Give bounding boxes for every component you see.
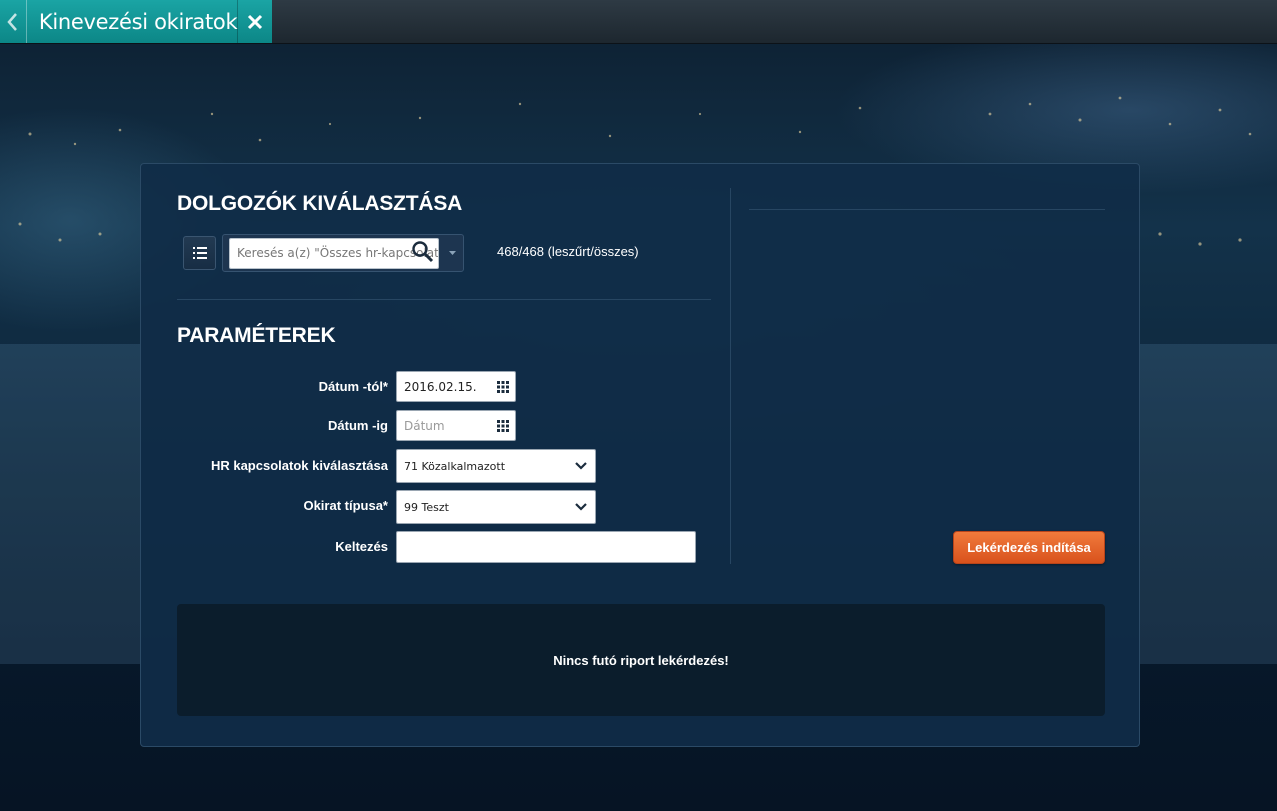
search-icon[interactable] — [411, 240, 435, 264]
employees-section-title: DOLGOZÓK KIVÁLASZTÁSA — [177, 192, 463, 215]
hr-relations-value: 71 Közalkalmazott — [404, 459, 506, 473]
window-tab: Kinevezési okiratok — [0, 0, 272, 43]
params-section-title: PARAMÉTEREK — [177, 324, 336, 347]
issued-input[interactable] — [396, 531, 696, 563]
calendar-icon[interactable] — [497, 419, 509, 432]
chevron-down-icon — [575, 462, 587, 470]
search-dropdown-button[interactable] — [441, 235, 463, 271]
section-divider — [177, 299, 711, 300]
date-to-field[interactable]: Dátum — [396, 410, 516, 441]
column-divider — [730, 188, 731, 564]
status-message-box: Nincs futó riport lekérdezés! — [177, 604, 1105, 716]
calendar-icon[interactable] — [497, 380, 509, 393]
run-query-button[interactable]: Lekérdezés indítása — [953, 531, 1105, 564]
date-from-label: Dátum -tól* — [318, 379, 388, 394]
doc-type-value: 99 Teszt — [404, 500, 449, 514]
chevron-left-icon — [7, 12, 17, 31]
status-message: Nincs futó riport lekérdezés! — [553, 652, 729, 668]
date-to-placeholder: Dátum — [404, 418, 445, 433]
doc-type-label: Okirat típusa* — [303, 498, 388, 513]
close-icon — [248, 14, 263, 29]
issued-label: Keltezés — [335, 539, 388, 554]
main-panel: DOLGOZÓK KIVÁLASZTÁSA Keresés a(z) "Össz… — [140, 163, 1140, 747]
employee-search: Keresés a(z) "Összes hr-kapcsolat" — [222, 234, 464, 272]
employee-count: 468/468 (leszűrt/összes) — [497, 244, 639, 259]
close-button[interactable] — [237, 0, 272, 43]
caret-down-icon — [448, 251, 456, 255]
list-icon — [192, 247, 207, 259]
right-column-divider — [749, 209, 1105, 210]
date-from-field[interactable]: 2016.02.15. — [396, 371, 516, 402]
chevron-down-icon — [575, 503, 587, 511]
back-button[interactable] — [0, 0, 27, 43]
list-view-button[interactable] — [183, 236, 216, 270]
hr-relations-select[interactable]: 71 Közalkalmazott — [396, 449, 596, 483]
window-title: Kinevezési okiratok — [38, 9, 238, 34]
hr-relations-label: HR kapcsolatok kiválasztása — [210, 458, 388, 473]
search-input[interactable]: Keresés a(z) "Összes hr-kapcsolat" — [229, 238, 439, 269]
doc-type-select[interactable]: 99 Teszt — [396, 490, 596, 524]
top-bar: Kinevezési okiratok — [0, 0, 1277, 44]
date-to-label: Dátum -ig — [328, 418, 388, 433]
date-from-value: 2016.02.15. — [404, 379, 477, 394]
